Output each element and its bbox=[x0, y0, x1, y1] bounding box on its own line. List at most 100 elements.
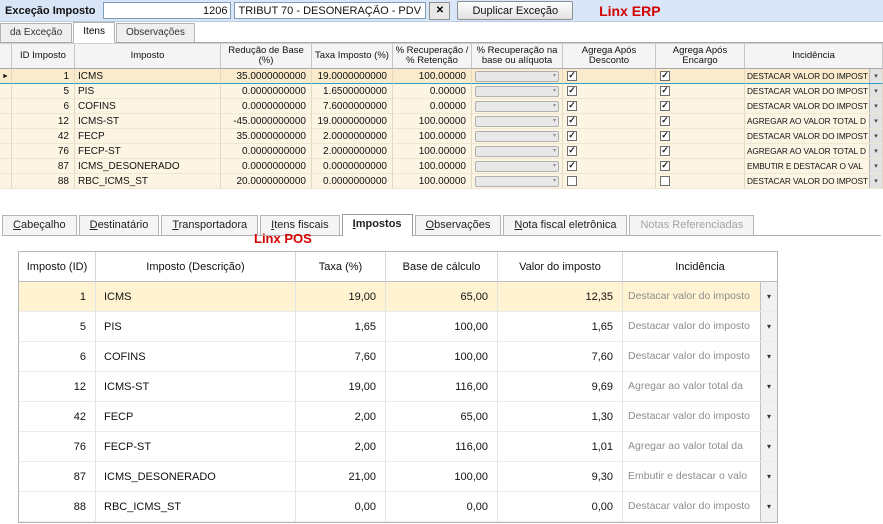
incidencia-value: DESTACAR VALOR DO IMPOST bbox=[747, 101, 868, 111]
cell-imposto: RBC_ICMS_ST bbox=[75, 174, 221, 189]
erp-grid-row[interactable]: 88 RBC_ICMS_ST 20.0000000000 0.0000000000 10… bbox=[0, 174, 883, 189]
pos-tab-destinatario[interactable]: Destinatário bbox=[78, 215, 160, 235]
pos-table-row[interactable]: 76 FECP-ST 2,00 116,00 1,01 Agregar ao valor … bbox=[19, 432, 777, 462]
incidencia-dropdown-button[interactable]: ▾ bbox=[869, 129, 882, 143]
cell-agrega-apos-desconto bbox=[563, 174, 656, 189]
chevron-down-icon: ▾ bbox=[552, 88, 556, 94]
agrega-apos-desconto-checkbox[interactable]: ✓ bbox=[567, 146, 577, 156]
cell-recuperacao: 100.00000 bbox=[393, 129, 472, 144]
cell-imposto: FECP-ST bbox=[75, 144, 221, 159]
cell-agrega-apos-desconto: ✓ bbox=[563, 159, 656, 174]
incidencia-dropdown-button[interactable]: ▾ bbox=[760, 492, 777, 521]
agrega-apos-encargo-checkbox[interactable]: ✓ bbox=[660, 116, 670, 126]
incidencia-dropdown-button[interactable]: ▾ bbox=[869, 174, 882, 188]
cell-id-imposto: 76 bbox=[12, 144, 75, 159]
incidencia-dropdown-button[interactable]: ▾ bbox=[869, 84, 882, 98]
erp-tab-itens[interactable]: Itens bbox=[73, 22, 115, 43]
chevron-down-icon: ▾ bbox=[766, 502, 771, 511]
pos-table-row[interactable]: 42 FECP 2,00 65,00 1,30 Destacar valor do imp… bbox=[19, 402, 777, 432]
incidencia-dropdown-button[interactable]: ▾ bbox=[760, 432, 777, 461]
cell-valor-imposto: 7,60 bbox=[498, 342, 623, 372]
pos-table-row[interactable]: 5 PIS 1,65 100,00 1,65 Destacar valor do impo… bbox=[19, 312, 777, 342]
pos-table-row[interactable]: 1 ICMS 19,00 65,00 12,35 Destacar valor do im… bbox=[19, 282, 777, 312]
incidencia-dropdown-button[interactable]: ▾ bbox=[869, 144, 882, 158]
check-icon: ✓ bbox=[661, 160, 669, 170]
chevron-down-icon: ▾ bbox=[766, 442, 771, 451]
agrega-apos-desconto-checkbox[interactable]: ✓ bbox=[567, 71, 577, 81]
erp-grid-row[interactable]: ► 1 ICMS 35.0000000000 19.0000000000 100.0000… bbox=[0, 69, 883, 84]
agrega-apos-encargo-checkbox[interactable]: ✓ bbox=[660, 71, 670, 81]
incidencia-dropdown-button[interactable]: ▾ bbox=[869, 99, 882, 113]
agrega-apos-desconto-checkbox[interactable]: ✓ bbox=[567, 131, 577, 141]
cell-incidencia: Destacar valor do imposto ▾ bbox=[623, 342, 777, 372]
cell-incidencia: Destacar valor do imposto ▾ bbox=[623, 492, 777, 522]
cell-incidencia: Agregar ao valor total da ▾ bbox=[623, 372, 777, 402]
agrega-apos-encargo-checkbox[interactable]: ✓ bbox=[660, 131, 670, 141]
pos-column-header-base-de-calculo: Base de cálculo bbox=[386, 252, 498, 282]
incidencia-value: DESTACAR VALOR DO IMPOST bbox=[747, 71, 868, 81]
agrega-apos-encargo-checkbox[interactable]: ✓ bbox=[660, 86, 670, 96]
check-icon: ✓ bbox=[568, 70, 576, 80]
recuperacao-base-dropdown: ▾ bbox=[475, 115, 559, 127]
pos-tab-transportadora[interactable]: Transportadora bbox=[161, 215, 259, 235]
duplicate-exception-button[interactable]: Duplicar Exceção bbox=[457, 1, 574, 20]
cell-imposto-id: 1 bbox=[19, 282, 96, 312]
pos-tab-observacoes[interactable]: Observações bbox=[414, 215, 502, 235]
incidencia-value: EMBUTIR E DESTACAR O VAL bbox=[747, 161, 863, 171]
erp-grid-row[interactable]: 5 PIS 0.0000000000 1.6500000000 0.00000 ▾ ✓ ✓ DE… bbox=[0, 84, 883, 99]
erp-grid-row[interactable]: 42 FECP 35.0000000000 2.0000000000 100.00000… bbox=[0, 129, 883, 144]
cell-imposto: COFINS bbox=[75, 99, 221, 114]
pos-tab-nota-fiscal-eletronica[interactable]: Nota fiscal eletrônica bbox=[503, 215, 628, 235]
agrega-apos-desconto-checkbox[interactable]: ✓ bbox=[567, 116, 577, 126]
erp-tab-da-excecao[interactable]: da Exceção bbox=[0, 23, 73, 42]
agrega-apos-encargo-checkbox[interactable]: ✓ bbox=[660, 161, 670, 171]
agrega-apos-desconto-checkbox[interactable] bbox=[567, 176, 577, 186]
erp-grid-row[interactable]: 12 ICMS-ST -45.0000000000 19.0000000000 100.… bbox=[0, 114, 883, 129]
exception-description-field[interactable] bbox=[234, 2, 427, 19]
incidencia-dropdown-button[interactable]: ▾ bbox=[760, 402, 777, 431]
chevron-down-icon: ▾ bbox=[874, 117, 878, 125]
agrega-apos-desconto-checkbox[interactable]: ✓ bbox=[567, 86, 577, 96]
erp-grid-row[interactable]: 6 COFINS 0.0000000000 7.6000000000 0.00000 ▾ ✓… bbox=[0, 99, 883, 114]
erp-tab-observacoes[interactable]: Observações bbox=[115, 23, 195, 42]
incidencia-dropdown-button[interactable]: ▾ bbox=[869, 114, 882, 128]
exception-code-field[interactable] bbox=[103, 2, 232, 19]
clear-exception-button[interactable]: ✕ bbox=[429, 1, 451, 20]
cell-base-calculo: 65,00 bbox=[386, 402, 498, 432]
cell-incidencia: DESTACAR VALOR DO IMPOST ▾ bbox=[745, 174, 883, 189]
cell-incidencia: AGREGAR AO VALOR TOTAL D ▾ bbox=[745, 114, 883, 129]
pos-tab-cabecalho[interactable]: Cabeçalho bbox=[2, 215, 77, 235]
incidencia-dropdown-button[interactable]: ▾ bbox=[760, 462, 777, 491]
pos-table-row[interactable]: 87 ICMS_DESONERADO 21,00 100,00 9,30 Embutir … bbox=[19, 462, 777, 492]
incidencia-dropdown-button[interactable]: ▾ bbox=[760, 342, 777, 371]
agrega-apos-encargo-checkbox[interactable] bbox=[660, 176, 670, 186]
cell-agrega-apos-desconto: ✓ bbox=[563, 99, 656, 114]
cell-id-imposto: 6 bbox=[12, 99, 75, 114]
cell-taxa-imposto: 19.0000000000 bbox=[312, 69, 393, 84]
erp-grid-row[interactable]: 87 ICMS_DESONERADO 0.0000000000 0.000000000… bbox=[0, 159, 883, 174]
chevron-down-icon: ▾ bbox=[552, 118, 556, 124]
chevron-down-icon: ▾ bbox=[552, 103, 556, 109]
pos-table-row[interactable]: 6 COFINS 7,60 100,00 7,60 Destacar valor do i… bbox=[19, 342, 777, 372]
chevron-down-icon: ▾ bbox=[874, 87, 878, 95]
pos-table-row[interactable]: 88 RBC_ICMS_ST 0,00 0,00 0,00 Destacar valor … bbox=[19, 492, 777, 522]
incidencia-dropdown-button[interactable]: ▾ bbox=[760, 282, 777, 311]
erp-grid-row[interactable]: 76 FECP-ST 0.0000000000 2.0000000000 100.000… bbox=[0, 144, 883, 159]
incidencia-value: Destacar valor do imposto bbox=[628, 290, 750, 302]
agrega-apos-desconto-checkbox[interactable]: ✓ bbox=[567, 161, 577, 171]
erp-column-header-agrega-apos-encargo: Agrega Após Encargo bbox=[656, 43, 745, 69]
incidencia-dropdown-button[interactable]: ▾ bbox=[869, 159, 882, 173]
agrega-apos-encargo-checkbox[interactable]: ✓ bbox=[660, 146, 670, 156]
pos-tab-impostos[interactable]: Impostos bbox=[341, 214, 413, 236]
incidencia-dropdown-button[interactable]: ▾ bbox=[760, 372, 777, 401]
cell-reducao-base: 20.0000000000 bbox=[221, 174, 312, 189]
recuperacao-base-dropdown: ▾ bbox=[475, 100, 559, 112]
cell-id-imposto: 87 bbox=[12, 159, 75, 174]
incidencia-dropdown-button[interactable]: ▾ bbox=[760, 312, 777, 341]
incidencia-dropdown-button[interactable]: ▾ bbox=[869, 69, 882, 83]
agrega-apos-desconto-checkbox[interactable]: ✓ bbox=[567, 101, 577, 111]
agrega-apos-encargo-checkbox[interactable]: ✓ bbox=[660, 101, 670, 111]
erp-column-header-incidencia: Incidência bbox=[745, 43, 883, 69]
cell-imposto-id: 88 bbox=[19, 492, 96, 522]
pos-table-row[interactable]: 12 ICMS-ST 19,00 116,00 9,69 Agregar ao valor… bbox=[19, 372, 777, 402]
